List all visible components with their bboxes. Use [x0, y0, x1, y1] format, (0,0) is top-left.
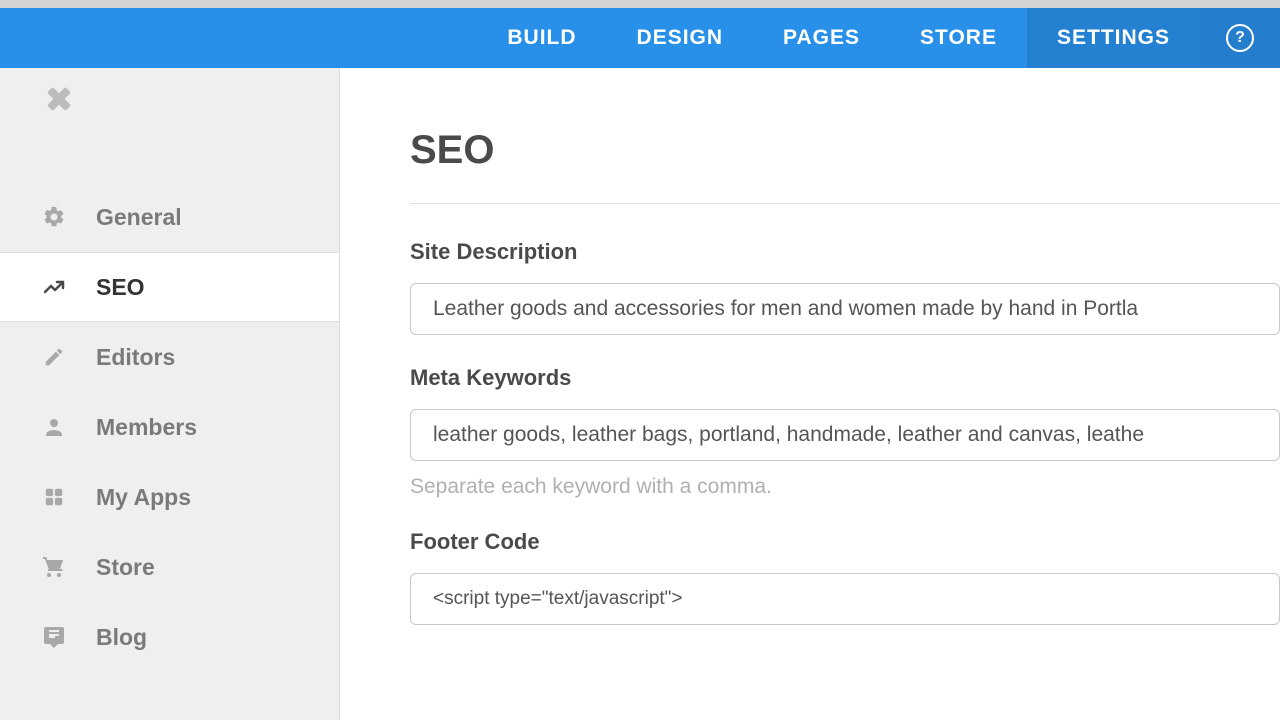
sidebar: General SEO Editors Members My Apps	[0, 68, 340, 720]
sidebar-item-label: General	[96, 204, 182, 231]
sidebar-item-members[interactable]: Members	[0, 392, 339, 462]
cart-icon	[40, 553, 68, 581]
chat-icon	[40, 623, 68, 651]
pencil-icon	[40, 343, 68, 371]
footer-code-input[interactable]: <script type="text/javascript">	[410, 573, 1280, 625]
sidebar-item-label: Store	[96, 554, 155, 581]
sidebar-item-myapps[interactable]: My Apps	[0, 462, 339, 532]
meta-keywords-label: Meta Keywords	[410, 365, 1280, 391]
meta-keywords-helper: Separate each keyword with a comma.	[410, 475, 1280, 499]
sidebar-item-general[interactable]: General	[0, 182, 339, 252]
field-footer-code: Footer Code <script type="text/javascrip…	[410, 529, 1280, 625]
nav-design[interactable]: DESIGN	[607, 8, 754, 68]
grid-icon	[40, 483, 68, 511]
sidebar-item-seo[interactable]: SEO	[0, 252, 339, 322]
field-meta-keywords: Meta Keywords Separate each keyword with…	[410, 365, 1280, 499]
sidebar-item-label: Editors	[96, 344, 175, 371]
trend-icon	[40, 273, 68, 301]
main-content: SEO Site Description Meta Keywords Separ…	[340, 68, 1280, 720]
help-button[interactable]: ?	[1200, 8, 1280, 68]
sidebar-item-label: SEO	[96, 274, 145, 301]
sidebar-item-store[interactable]: Store	[0, 532, 339, 602]
site-description-label: Site Description	[410, 239, 1280, 265]
sidebar-item-blog[interactable]: Blog	[0, 602, 339, 672]
site-description-input[interactable]	[410, 283, 1280, 335]
nav-pages[interactable]: PAGES	[753, 8, 890, 68]
meta-keywords-input[interactable]	[410, 409, 1280, 461]
field-site-description: Site Description	[410, 239, 1280, 335]
nav-settings[interactable]: SETTINGS	[1027, 8, 1200, 68]
divider	[410, 203, 1280, 204]
sidebar-item-label: My Apps	[96, 484, 191, 511]
person-icon	[40, 413, 68, 441]
browser-chrome	[0, 0, 1280, 8]
page-title: SEO	[410, 128, 1280, 173]
close-icon[interactable]	[46, 86, 72, 112]
sidebar-item-label: Members	[96, 414, 197, 441]
nav-store[interactable]: STORE	[890, 8, 1027, 68]
gear-icon	[40, 203, 68, 231]
top-navbar-items: BUILD DESIGN PAGES STORE SETTINGS	[477, 8, 1200, 68]
top-navbar: BUILD DESIGN PAGES STORE SETTINGS ?	[0, 8, 1280, 68]
help-icon: ?	[1226, 24, 1254, 52]
sidebar-item-editors[interactable]: Editors	[0, 322, 339, 392]
sidebar-item-label: Blog	[96, 624, 147, 651]
nav-build[interactable]: BUILD	[477, 8, 606, 68]
footer-code-label: Footer Code	[410, 529, 1280, 555]
